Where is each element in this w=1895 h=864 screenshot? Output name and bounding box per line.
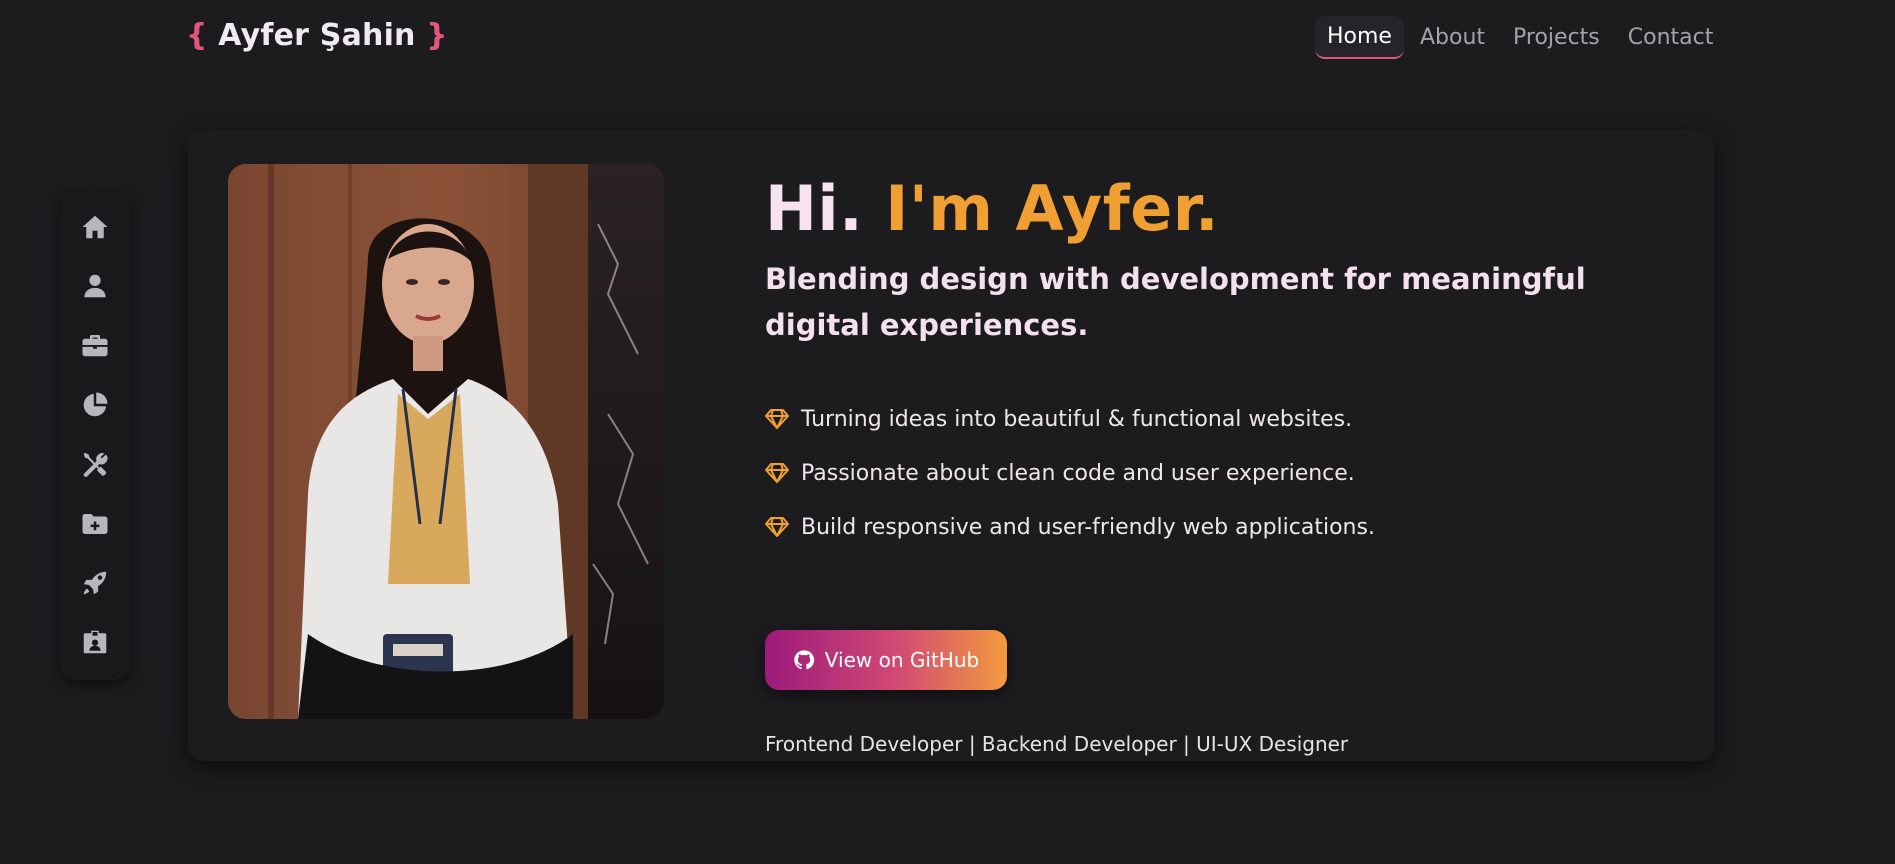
feature-text: Turning ideas into beautiful & functiona… <box>801 406 1353 432</box>
sidebar-services-button[interactable] <box>73 443 117 486</box>
user-icon <box>84 274 106 298</box>
nav-contact[interactable]: Contact <box>1616 17 1726 58</box>
github-button-label: View on GitHub <box>824 648 980 672</box>
sidebar-contact-button[interactable] <box>73 621 117 664</box>
page: { Ayfer Şahin } Home About Projects Cont… <box>0 0 1895 864</box>
hero-title: Hi. I'm Ayfer. <box>765 170 1665 248</box>
brand-logo[interactable]: { Ayfer Şahin } <box>186 18 448 53</box>
nav-about[interactable]: About <box>1408 17 1497 58</box>
nav-projects[interactable]: Projects <box>1501 17 1612 58</box>
brand-name: Ayfer Şahin <box>218 18 416 53</box>
folder-plus-icon <box>82 513 108 534</box>
hero-card: Hi. I'm Ayfer. Blending design with deve… <box>188 130 1714 761</box>
sidebar-skills-button[interactable] <box>73 383 117 426</box>
feature-list: Turning ideas into beautiful & functiona… <box>765 392 1665 554</box>
sidebar-experience-button[interactable] <box>73 324 117 367</box>
list-item: Turning ideas into beautiful & functiona… <box>765 392 1665 446</box>
gem-icon <box>765 463 789 484</box>
title-name: I'm Ayfer. <box>885 172 1220 245</box>
feature-text: Passionate about clean code and user exp… <box>801 460 1355 486</box>
gem-icon <box>765 409 789 430</box>
side-icon-bar <box>60 191 130 680</box>
chart-pie-icon <box>83 392 108 417</box>
feature-text: Build responsive and user-friendly web a… <box>801 514 1375 540</box>
sidebar-projects-button[interactable] <box>73 502 117 545</box>
top-nav: Home About Projects Contact <box>1315 16 1725 59</box>
brand-close-brace: } <box>426 18 448 53</box>
sidebar-launch-button[interactable] <box>73 561 117 604</box>
gem-icon <box>765 517 789 538</box>
github-icon <box>794 650 814 670</box>
view-github-button[interactable]: View on GitHub <box>765 630 1007 690</box>
list-item: Passionate about clean code and user exp… <box>765 446 1665 500</box>
id-badge-icon <box>83 631 107 654</box>
list-item: Build responsive and user-friendly web a… <box>765 500 1665 554</box>
hero-subtitle: Blending design with development for mea… <box>765 261 1586 342</box>
tools-icon <box>83 452 108 478</box>
profile-photo <box>228 164 664 719</box>
hero-content: Hi. I'm Ayfer. Blending design with deve… <box>765 170 1665 756</box>
roles-text: Frontend Developer | Backend Developer |… <box>765 732 1349 756</box>
rocket-icon <box>83 571 107 595</box>
title-greeting: Hi. <box>765 172 864 245</box>
home-icon <box>82 215 108 238</box>
briefcase-icon <box>82 335 108 357</box>
brand-open-brace: { <box>186 18 208 53</box>
nav-home[interactable]: Home <box>1315 16 1404 59</box>
sidebar-home-button[interactable] <box>73 205 117 248</box>
sidebar-about-button[interactable] <box>73 264 117 307</box>
